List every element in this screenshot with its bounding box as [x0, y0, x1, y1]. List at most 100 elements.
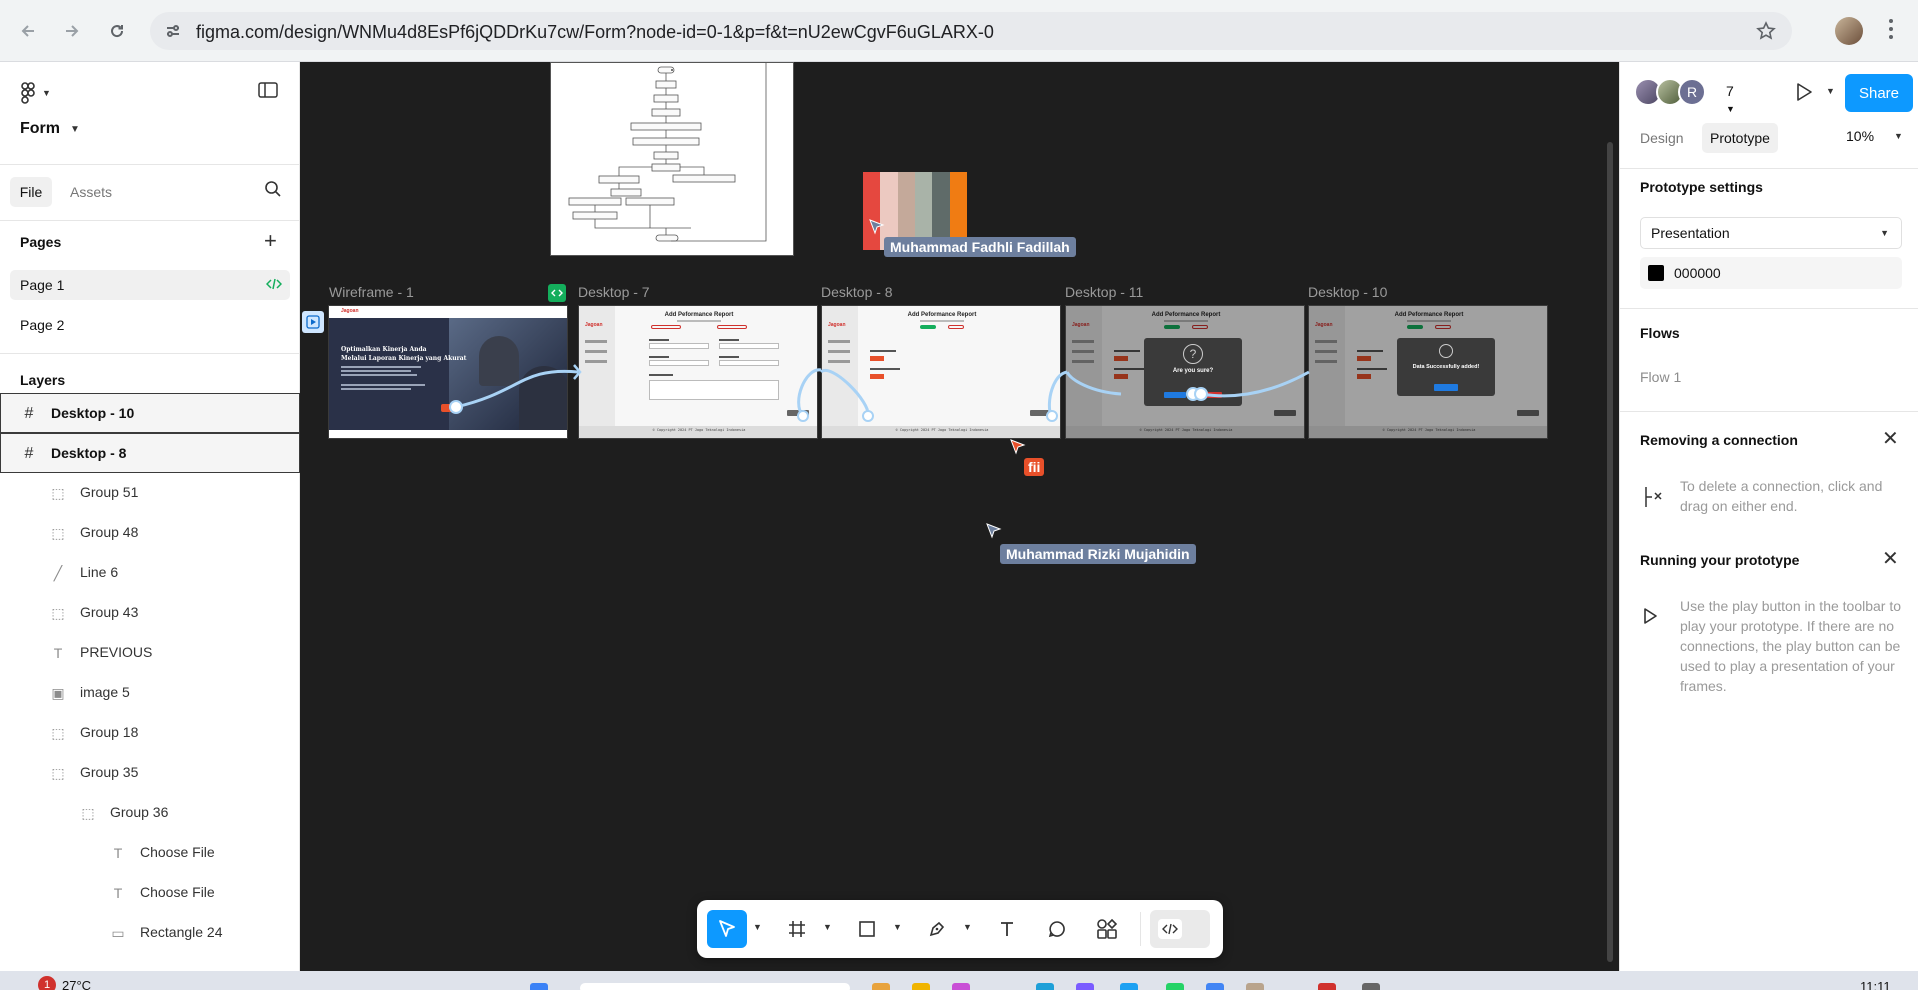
- close-icon[interactable]: ✕: [1882, 429, 1899, 449]
- dev-mode-toggle[interactable]: [1150, 910, 1210, 948]
- chevron-down-icon: ▼: [70, 123, 80, 135]
- taskbar-search[interactable]: [580, 983, 850, 990]
- url-text[interactable]: figma.com/design/WNMu4d8EsPf6jQDDrKu7cw/…: [196, 22, 994, 43]
- taskbar-app-icon[interactable]: [530, 983, 548, 990]
- connection-node[interactable]: [1046, 410, 1058, 422]
- color-swatch[interactable]: [1648, 265, 1664, 281]
- remove-connection-icon: [1640, 484, 1666, 510]
- layer-name: Choose File: [140, 844, 215, 860]
- connection-node[interactable]: [797, 410, 809, 422]
- tab-design[interactable]: Design: [1632, 123, 1692, 153]
- chevron-down-icon[interactable]: ▼: [893, 922, 902, 932]
- share-button[interactable]: Share: [1845, 74, 1913, 112]
- flow-item[interactable]: Flow 1: [1640, 369, 1681, 385]
- avatar[interactable]: R: [1678, 78, 1706, 106]
- group-icon: ⬚: [51, 484, 65, 501]
- layer-row[interactable]: # Desktop - 10: [0, 393, 300, 433]
- layer-row[interactable]: T PREVIOUS: [0, 633, 300, 673]
- taskbar-app-icon[interactable]: [1206, 983, 1224, 990]
- comment-tool-icon[interactable]: [1037, 910, 1077, 948]
- chevron-down-icon[interactable]: ▼: [963, 922, 972, 932]
- background-color-value[interactable]: 000000: [1674, 265, 1721, 281]
- profile-avatar[interactable]: [1835, 17, 1863, 45]
- tab-assets[interactable]: Assets: [70, 184, 112, 200]
- bookmark-star-icon[interactable]: [1756, 21, 1776, 41]
- connection-node[interactable]: [1194, 387, 1208, 401]
- chevron-down-icon[interactable]: ▼: [823, 922, 832, 932]
- weather-badge[interactable]: 1: [38, 976, 56, 990]
- divider: [0, 164, 300, 165]
- text-tool-icon[interactable]: [987, 910, 1027, 948]
- present-play-icon[interactable]: [1795, 82, 1813, 102]
- layer-name: Group 36: [110, 804, 169, 820]
- tab-prototype[interactable]: Prototype: [1702, 123, 1778, 153]
- page-item-page-2[interactable]: Page 2: [10, 310, 290, 340]
- layer-row[interactable]: ⬚ Group 48: [0, 513, 300, 553]
- taskbar-app-icon[interactable]: [1076, 983, 1094, 990]
- taskbar-app-icon[interactable]: [1318, 983, 1336, 990]
- layer-row[interactable]: ⬚ Group 51: [0, 473, 300, 513]
- back-icon[interactable]: [12, 15, 44, 47]
- taskbar-app-icon[interactable]: [952, 983, 970, 990]
- layer-row[interactable]: ⬚ Group 18: [0, 713, 300, 753]
- site-info-icon[interactable]: [164, 22, 182, 40]
- taskbar-app-icon[interactable]: [1120, 983, 1138, 990]
- layer-row[interactable]: ⬚ Group 35: [0, 753, 300, 793]
- sidebar-toggle-icon[interactable]: [258, 82, 278, 98]
- taskbar-app-icon[interactable]: [872, 983, 890, 990]
- address-bar[interactable]: figma.com/design/WNMu4d8EsPf6jQDDrKu7cw/…: [150, 12, 1792, 50]
- chevron-down-icon[interactable]: ▼: [753, 922, 762, 932]
- browser-menu-icon[interactable]: [1888, 17, 1894, 41]
- rectangle-tool-icon[interactable]: [847, 910, 887, 948]
- connection-node[interactable]: [862, 410, 874, 422]
- close-icon[interactable]: ✕: [1882, 549, 1899, 569]
- forward-icon[interactable]: [56, 15, 88, 47]
- page-item-page-1[interactable]: Page 1: [10, 270, 290, 300]
- layer-row[interactable]: ▣ image 5: [0, 673, 300, 713]
- pen-tool-icon[interactable]: [917, 910, 957, 948]
- taskbar-app-icon[interactable]: [1246, 983, 1264, 990]
- layer-row[interactable]: ╱ Line 6: [0, 553, 300, 593]
- divider: [1620, 411, 1918, 412]
- layer-row[interactable]: ⬚ Group 36: [0, 793, 300, 833]
- frame-icon: #: [24, 405, 34, 422]
- divider: [1620, 308, 1918, 309]
- collaborator-count[interactable]: 7 ▼: [1726, 83, 1735, 115]
- canvas-scrollbar[interactable]: [1607, 142, 1613, 962]
- layer-row[interactable]: ⬚ Group 43: [0, 593, 300, 633]
- background-color-field[interactable]: 000000: [1640, 257, 1902, 289]
- file-name-menu[interactable]: Form ▼: [20, 120, 80, 138]
- layer-name: Group 43: [80, 604, 139, 620]
- running-prototype-text: Use the play button in the toolbar to pl…: [1680, 598, 1902, 694]
- taskbar-app-icon[interactable]: [1036, 983, 1054, 990]
- weather-text[interactable]: 27°C: [62, 978, 91, 990]
- design-canvas[interactable]: Muhammad Fadhli Fadillah Wireframe - 1 D…: [301, 62, 1619, 971]
- device-select[interactable]: Presentation ▼: [1640, 217, 1902, 249]
- layer-name: Group 51: [80, 484, 139, 500]
- layer-row[interactable]: # Desktop - 8: [0, 433, 300, 473]
- actions-tool-icon[interactable]: [1087, 910, 1127, 948]
- main-menu-button[interactable]: ▼: [20, 82, 51, 104]
- group-icon: ⬚: [51, 524, 65, 541]
- prototype-connections[interactable]: [301, 62, 1619, 971]
- reload-icon[interactable]: [101, 15, 133, 47]
- chevron-down-icon: ▼: [1880, 228, 1889, 238]
- layer-name: Desktop - 10: [51, 405, 135, 421]
- taskbar-app-icon[interactable]: [1362, 983, 1380, 990]
- taskbar-app-icon[interactable]: [1166, 983, 1184, 990]
- chevron-down-icon[interactable]: ▼: [1826, 86, 1835, 96]
- connection-node[interactable]: [449, 400, 463, 414]
- search-icon[interactable]: [264, 180, 282, 198]
- layer-row[interactable]: ▭ Rectangle 24: [0, 913, 300, 953]
- zoom-level[interactable]: 10%: [1846, 128, 1874, 144]
- tab-file[interactable]: File: [10, 177, 52, 207]
- group-icon: ⬚: [51, 764, 65, 781]
- layer-row[interactable]: T Choose File: [0, 873, 300, 913]
- frame-tool-icon[interactable]: [777, 910, 817, 948]
- chevron-down-icon[interactable]: ▼: [1894, 131, 1903, 141]
- move-tool-icon[interactable]: [707, 910, 747, 948]
- taskbar-app-icon[interactable]: [912, 983, 930, 990]
- add-page-icon[interactable]: +: [264, 230, 277, 252]
- layer-row[interactable]: T Choose File: [0, 833, 300, 873]
- bottom-toolbar: ▼ ▼ ▼ ▼: [697, 900, 1223, 958]
